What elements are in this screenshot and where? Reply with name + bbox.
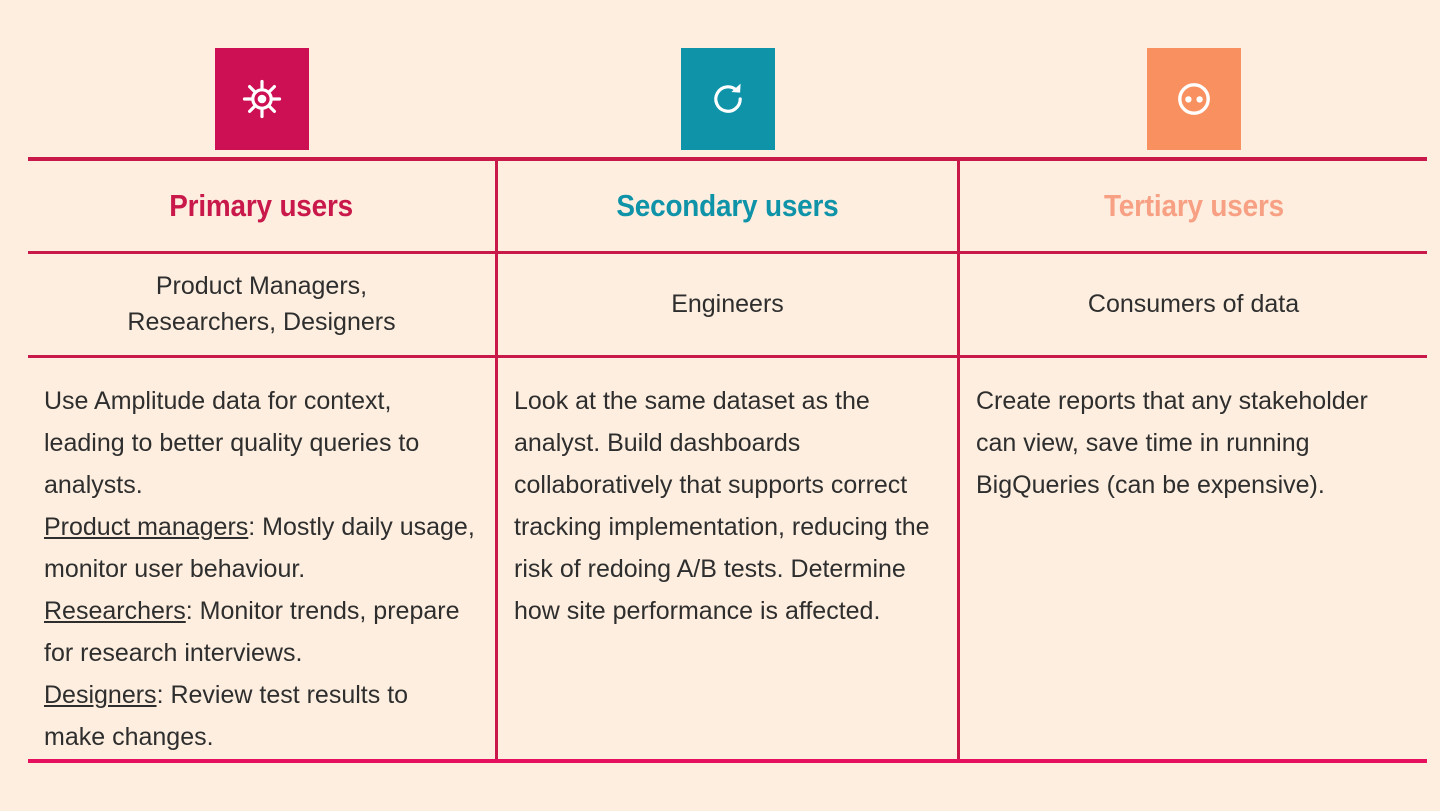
circle-two-dots-icon <box>1172 77 1216 121</box>
header-cell-secondary: Secondary users <box>495 161 960 251</box>
icon-cell-secondary <box>495 48 960 150</box>
roles-text-tertiary: Consumers of data <box>1087 289 1300 318</box>
refresh-icon <box>706 77 750 121</box>
icon-row <box>28 48 1427 150</box>
details-intro-primary: Use Amplitude data for context, leading … <box>44 387 420 499</box>
header-cell-tertiary: Tertiary users <box>960 161 1427 251</box>
tertiary-icon-tile <box>1146 48 1241 150</box>
primary-icon-tile <box>214 48 309 150</box>
header-cell-primary: Primary users <box>28 161 495 251</box>
roles-cell-tertiary: Consumers of data <box>960 254 1427 355</box>
users-table: Primary users Secondary users Tertiary u… <box>28 157 1427 763</box>
details-text-primary: Use Amplitude data for context, leading … <box>44 380 475 758</box>
details-text-secondary: Look at the same dataset as the analyst.… <box>514 387 930 625</box>
details-cell-tertiary: Create reports that any stakeholder can … <box>960 358 1427 759</box>
roles-cell-secondary: Engineers <box>495 254 960 355</box>
icon-cell-primary <box>28 48 495 150</box>
column-header-tertiary: Tertiary users <box>1103 188 1284 223</box>
table-header-row: Primary users Secondary users Tertiary u… <box>28 161 1427 254</box>
details-cell-primary: Use Amplitude data for context, leading … <box>28 358 495 759</box>
column-header-secondary: Secondary users <box>616 188 839 223</box>
table-details-row: Use Amplitude data for context, leading … <box>28 358 1427 759</box>
secondary-icon-tile <box>680 48 775 150</box>
details-label-designers: Designers <box>44 681 157 709</box>
column-header-primary: Primary users <box>169 188 354 223</box>
icon-cell-tertiary <box>960 48 1427 150</box>
details-label-product-managers: Product managers <box>44 513 249 541</box>
details-cell-secondary: Look at the same dataset as the analyst.… <box>495 358 960 759</box>
roles-cell-primary: Product Managers, Researchers, Designers <box>28 254 495 355</box>
table-roles-row: Product Managers, Researchers, Designers… <box>28 254 1427 358</box>
details-text-tertiary: Create reports that any stakeholder can … <box>976 387 1368 499</box>
details-label-researchers: Researchers <box>44 597 186 625</box>
gear-icon <box>240 77 284 121</box>
roles-text-primary: Product Managers, Researchers, Designers <box>127 272 396 336</box>
roles-text-secondary: Engineers <box>671 289 784 318</box>
